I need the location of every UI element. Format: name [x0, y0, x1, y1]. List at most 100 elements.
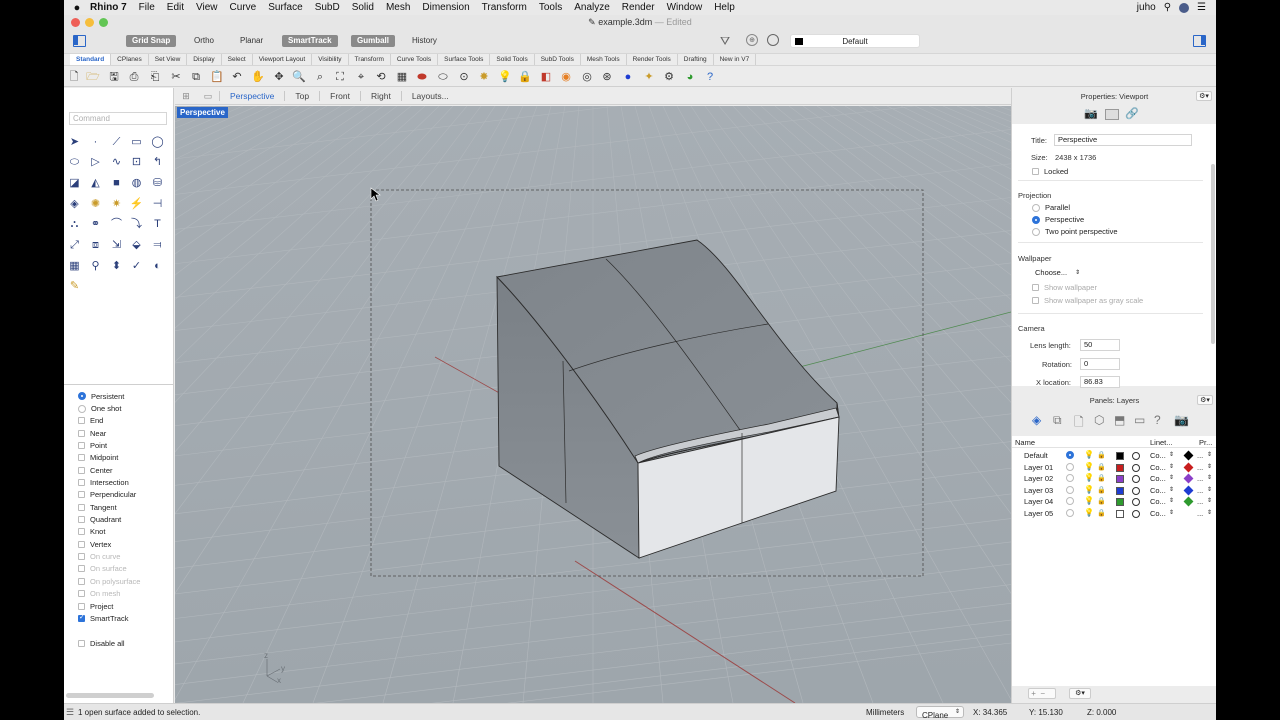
osnap-disable-all[interactable]: Disable all [64, 637, 174, 649]
polyline-icon[interactable]: ⟋ [108, 134, 125, 150]
toggle-left-sidebar-icon[interactable] [73, 35, 86, 47]
layer-row[interactable]: Layer 01 💡 🔒 Co... ⇕... ⇕ [1012, 462, 1216, 474]
rectangle-icon[interactable]: ▭ [128, 134, 145, 150]
orient-icon[interactable]: ⬙ [128, 237, 145, 253]
projection-parallel-radio[interactable] [1032, 203, 1040, 212]
layers-options-gear-icon[interactable]: ⚙▾ [1069, 688, 1091, 699]
viewport-tab-top[interactable]: Top [284, 91, 319, 101]
single-viewport-icon[interactable]: ▭ [197, 91, 219, 102]
undo-icon[interactable]: ↶ [230, 70, 244, 84]
osnap-knot[interactable]: Knot [64, 526, 174, 538]
group-icon[interactable]: ⛬ [66, 216, 83, 232]
osnap-near[interactable]: Near [64, 427, 174, 439]
osnap-vertex-checkbox[interactable] [78, 540, 85, 548]
osnap-target-icon[interactable] [767, 34, 779, 46]
gumball-snap-icon[interactable]: ✸ [477, 70, 491, 84]
menu-mesh[interactable]: Mesh [386, 2, 410, 13]
tab-cplanes[interactable]: CPlanes [111, 54, 149, 65]
display-tab-icon[interactable]: ▭ [1134, 413, 1145, 427]
viewport-tab-icon[interactable] [1105, 109, 1119, 120]
curve-icon[interactable]: ∿ [108, 154, 125, 170]
zoom-window-icon[interactable]: ⌕ [313, 70, 327, 84]
osnap-center[interactable]: Center [64, 464, 174, 476]
osnap-tangent[interactable]: Tangent [64, 501, 174, 513]
layer-linetype[interactable]: Co... [1150, 486, 1166, 495]
column-print[interactable]: Pr... [1199, 438, 1212, 447]
tab-transform[interactable]: Transform [349, 54, 391, 65]
ortho-toggle[interactable]: Ortho [188, 35, 220, 47]
osnap-perpendicular[interactable]: Perpendicular [64, 489, 174, 501]
projection-two-point[interactable]: Two point perspective [1032, 227, 1118, 236]
library-tab-icon[interactable]: ⧉ [1053, 413, 1062, 428]
menu-window[interactable]: Window [667, 2, 703, 13]
four-viewports-icon[interactable]: ▦ [395, 70, 409, 84]
projection-two-point-radio[interactable] [1032, 227, 1040, 236]
smarttrack-toggle[interactable]: SmartTrack [282, 35, 338, 47]
print-icon[interactable]: ⎙ [127, 70, 141, 84]
save-icon[interactable]: 🖫 [107, 70, 121, 84]
tab-subd-tools[interactable]: SubD Tools [535, 54, 581, 65]
material-circle-icon[interactable] [1132, 510, 1140, 518]
layer-linetype[interactable]: Co... [1150, 497, 1166, 506]
viewport-tab-perspective[interactable]: Perspective [219, 91, 284, 101]
print-color-diamond[interactable] [1183, 485, 1194, 496]
layer-icon[interactable]: ◧ [539, 70, 553, 84]
layer-row[interactable]: Default 💡 🔒 Co... ⇕... ⇕ [1012, 450, 1216, 462]
osnap-project[interactable]: Project [64, 600, 174, 612]
light-bulb-icon[interactable]: 💡 [1084, 485, 1094, 494]
osnap-one-shot-radio[interactable] [78, 404, 86, 413]
material-circle-icon[interactable] [1132, 498, 1140, 507]
lock-icon[interactable]: 🔒 [1097, 497, 1106, 505]
osnap-smarttrack[interactable]: SmartTrack [64, 612, 174, 624]
lock-icon[interactable]: 🔒 [1097, 463, 1106, 471]
osnap-knot-checkbox[interactable] [78, 528, 85, 536]
print-width[interactable]: ... [1197, 497, 1203, 506]
import-icon[interactable]: ⎗ [148, 70, 162, 84]
add-remove-layer-buttons[interactable]: + − [1028, 688, 1056, 699]
osnap-on-surface[interactable]: On surface [64, 563, 174, 575]
osnap-on-mesh-checkbox[interactable] [78, 590, 85, 598]
light-bulb-icon[interactable]: 💡 [498, 70, 512, 84]
help-tab-icon[interactable]: ? [1154, 413, 1161, 427]
layer-linetype[interactable]: Co... [1150, 451, 1166, 460]
tab-solid-tools[interactable]: Solid Tools [490, 54, 535, 65]
rotation-field[interactable]: 0 [1080, 358, 1120, 370]
column-linetype[interactable]: Linet... [1150, 438, 1173, 447]
locked-checkbox-box[interactable] [1032, 168, 1039, 175]
perspective-viewport[interactable]: z y x Perspective [175, 106, 1011, 703]
show-wallpaper-checkbox[interactable]: Show wallpaper [1032, 283, 1097, 292]
osnap-one-shot[interactable]: One shot [64, 402, 174, 414]
new-file-icon[interactable]: 🗋 [67, 70, 81, 84]
lens-length-field[interactable]: 50 [1080, 339, 1120, 351]
viewport-tab-layouts[interactable]: Layouts... [400, 91, 459, 101]
layer-color-swatch[interactable] [1116, 486, 1124, 495]
solid-box-icon[interactable]: ■ [108, 175, 125, 191]
array-icon[interactable]: ⧈ [87, 237, 104, 253]
zebra-icon[interactable]: ◐ [149, 258, 166, 274]
lock-icon[interactable]: 🔒 [1097, 509, 1106, 517]
current-layer-radio[interactable] [1066, 474, 1074, 483]
osnap-project-checkbox[interactable] [78, 602, 85, 610]
layers-tab-icon[interactable]: ◈ [1032, 413, 1041, 427]
osnap-tangent-checkbox[interactable] [78, 503, 85, 511]
print-color-diamond[interactable] [1183, 508, 1194, 519]
zoom-selected-icon[interactable]: ⌖ [354, 70, 368, 84]
filter-icon[interactable]: ⛛ [720, 34, 730, 49]
osnap-point-checkbox[interactable] [78, 442, 85, 450]
osnap-intersection[interactable]: Intersection [64, 476, 174, 488]
extrude-surface-icon[interactable]: ◭ [87, 175, 104, 191]
projection-perspective[interactable]: Perspective [1032, 215, 1084, 224]
layer-color-swatch[interactable] [1116, 510, 1124, 518]
osnap-persistent-radio[interactable] [78, 392, 86, 401]
viewport-tab-front[interactable]: Front [319, 91, 360, 101]
current-layer-dropdown[interactable]: Default [790, 34, 920, 48]
layer-color-swatch[interactable] [1116, 452, 1124, 460]
trim-icon[interactable]: ⌒ [108, 216, 125, 232]
osnap-vertex[interactable]: Vertex [64, 538, 174, 550]
current-layer-radio[interactable] [1066, 485, 1074, 494]
print-color-diamond[interactable] [1183, 496, 1194, 507]
show-wallpaper-gray-checkbox[interactable]: Show wallpaper as gray scale [1032, 296, 1143, 305]
tab-visibility[interactable]: Visibility [312, 54, 349, 65]
layer-color-swatch[interactable] [1116, 498, 1124, 507]
print-color-diamond[interactable] [1183, 450, 1194, 461]
